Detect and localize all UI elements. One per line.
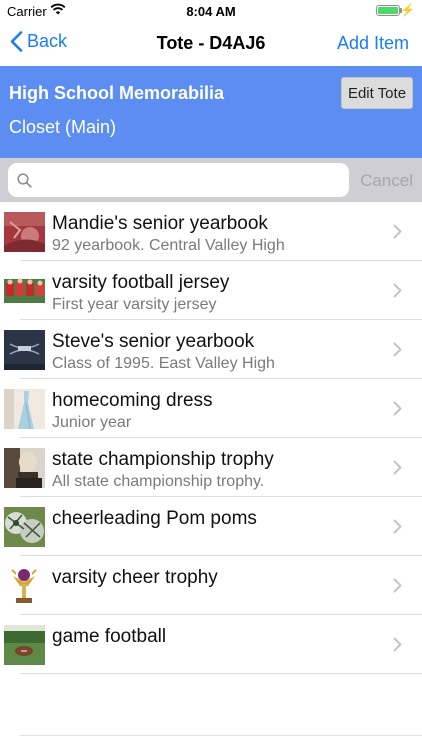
search-bar: Cancel	[0, 158, 422, 202]
item-list: Mandie's senior yearbook 92 yearbook. Ce…	[0, 202, 422, 674]
item-subtitle: Class of 1995. East Valley High	[52, 355, 275, 372]
item-subtitle: 92 yearbook. Central Valley High	[52, 237, 285, 254]
item-title: state championship trophy	[52, 449, 274, 470]
tote-header: High School Memorabilia Closet (Main) Ed…	[0, 66, 422, 158]
search-field[interactable]	[8, 163, 349, 197]
item-subtitle: Junior year	[52, 414, 132, 431]
chevron-right-icon	[393, 283, 402, 298]
item-subtitle: All state championship trophy.	[52, 473, 265, 490]
item-title: game football	[52, 626, 167, 647]
status-bar: Carrier 8:04 AM ⚡	[0, 0, 422, 22]
back-button[interactable]: Back	[10, 31, 67, 52]
pom-poms-photo	[4, 507, 45, 547]
row-divider	[20, 673, 422, 674]
chevron-right-icon	[393, 401, 402, 416]
trophy-photo	[4, 448, 45, 488]
red-yearbook-photo	[4, 212, 45, 252]
list-item[interactable]: Mandie's senior yearbook 92 yearbook. Ce…	[0, 202, 422, 261]
item-title: Mandie's senior yearbook	[52, 213, 268, 234]
item-title: Steve's senior yearbook	[52, 331, 255, 352]
navigation-bar: Back Tote - D4AJ6 Add Item	[0, 22, 422, 66]
search-cancel-button[interactable]: Cancel	[360, 171, 413, 191]
chevron-right-icon	[393, 578, 402, 593]
battery-icon	[376, 5, 400, 16]
list-item[interactable]: cheerleading Pom poms	[0, 497, 422, 556]
add-item-button[interactable]: Add Item	[337, 33, 409, 54]
football-team-photo	[4, 271, 45, 311]
chevron-left-icon	[10, 31, 23, 52]
list-item[interactable]: game football	[0, 615, 422, 674]
item-title: homecoming dress	[52, 390, 213, 411]
item-title: varsity cheer trophy	[52, 567, 218, 588]
football-on-grass-photo	[4, 625, 45, 665]
item-subtitle: First year varsity jersey	[52, 296, 217, 313]
list-item[interactable]: varsity football jersey First year varsi…	[0, 261, 422, 320]
tote-name: High School Memorabilia	[9, 83, 225, 103]
item-title: cheerleading Pom poms	[52, 508, 257, 529]
chevron-right-icon	[393, 460, 402, 475]
charging-bolt-icon: ⚡	[400, 3, 415, 17]
cheer-trophy-photo	[4, 566, 45, 606]
search-input[interactable]	[40, 171, 330, 189]
list-item[interactable]: homecoming dress Junior year	[0, 379, 422, 438]
search-icon	[17, 172, 32, 188]
list-bottom-divider	[20, 735, 422, 736]
item-title: varsity football jersey	[52, 272, 230, 293]
chevron-right-icon	[393, 224, 402, 239]
edit-tote-button[interactable]: Edit Tote	[341, 77, 413, 109]
chevron-right-icon	[393, 342, 402, 357]
list-item[interactable]: Steve's senior yearbook Class of 1995. E…	[0, 320, 422, 379]
status-time: 8:04 AM	[186, 4, 236, 19]
back-label: Back	[27, 31, 68, 51]
chevron-right-icon	[393, 637, 402, 652]
list-item[interactable]: varsity cheer trophy	[0, 556, 422, 615]
tote-location: Closet (Main)	[9, 117, 117, 137]
navy-yearbook-photo	[4, 330, 45, 370]
chevron-right-icon	[393, 519, 402, 534]
blue-dress-photo	[4, 389, 45, 429]
list-item[interactable]: state championship trophy All state cham…	[0, 438, 422, 497]
